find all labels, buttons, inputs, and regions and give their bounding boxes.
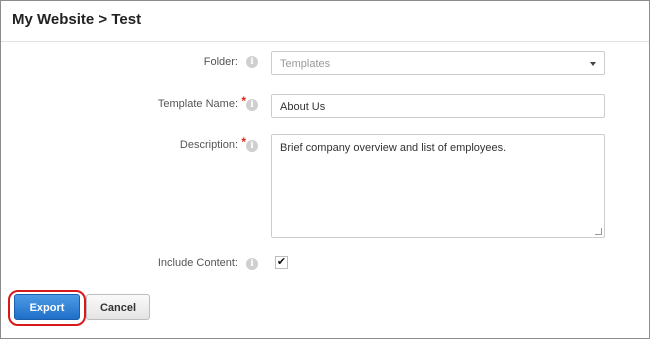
export-button[interactable]: Export: [14, 294, 80, 320]
description-textarea[interactable]: Brief company overview and list of emplo…: [271, 134, 605, 238]
template-name-label-text: Template Name:: [157, 98, 238, 110]
title-divider: [1, 41, 649, 42]
folder-select[interactable]: Templates: [271, 51, 605, 75]
folder-select-value: Templates: [280, 58, 331, 70]
checkmark-icon: ✔: [276, 256, 287, 268]
page-title: My Website > Test: [12, 11, 142, 28]
description-label-text: Description:: [179, 139, 238, 151]
template-name-label: Template Name: *: [157, 94, 246, 110]
folder-label: Folder:: [203, 56, 238, 68]
export-template-dialog: My Website > Test Folder: i Templates Te…: [0, 0, 650, 339]
description-label: Description: *: [179, 135, 246, 151]
description-text: Brief company overview and list of emplo…: [280, 142, 507, 154]
include-content-label: Include Content:: [157, 257, 238, 269]
chevron-down-icon: [590, 62, 596, 66]
include-content-checkbox[interactable]: ✔: [275, 256, 288, 269]
info-icon[interactable]: i: [246, 56, 258, 68]
info-icon[interactable]: i: [246, 99, 258, 111]
info-icon[interactable]: i: [246, 140, 258, 152]
template-name-input[interactable]: About Us: [271, 94, 605, 118]
cancel-button[interactable]: Cancel: [86, 294, 150, 320]
resize-handle-icon[interactable]: [595, 228, 602, 235]
info-icon[interactable]: i: [246, 258, 258, 270]
